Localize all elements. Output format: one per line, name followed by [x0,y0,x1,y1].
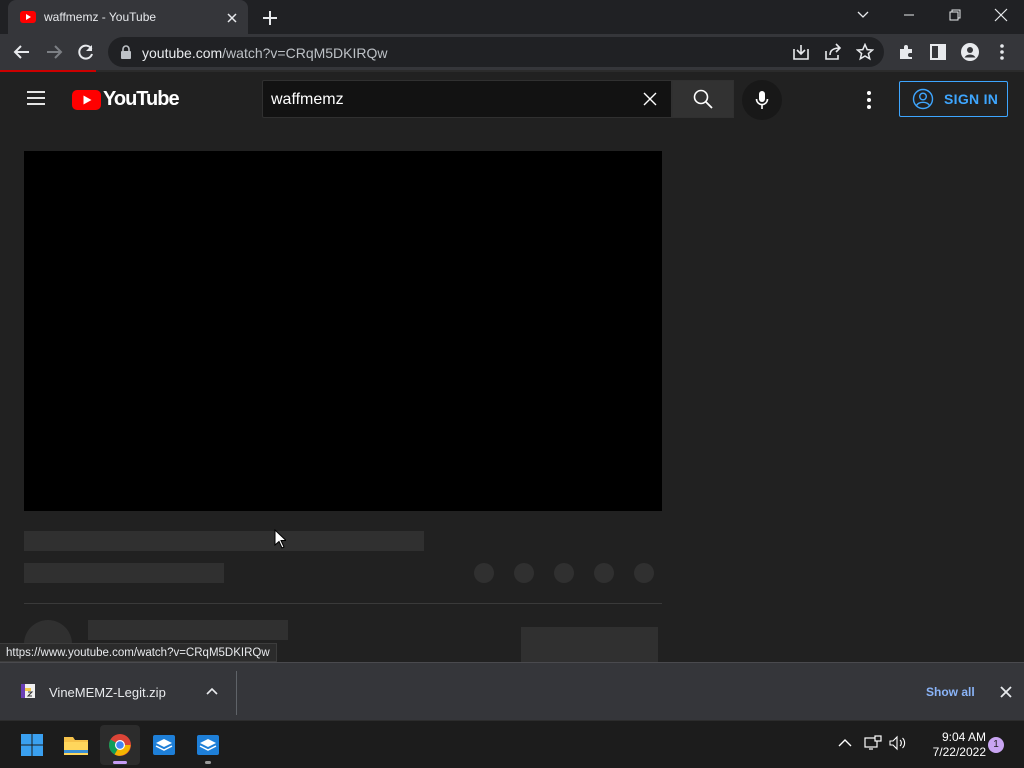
action-skeleton [554,563,574,583]
profile-avatar-icon[interactable] [956,34,984,70]
search-input-value: waffmemz [271,91,344,108]
windows-taskbar: 9:04 AM 7/22/2022 1 [0,720,1024,768]
install-app-icon[interactable] [792,43,810,61]
title-skeleton [24,531,424,551]
subscribe-skeleton [521,627,658,662]
sandbox-app-button-2[interactable] [188,725,228,765]
minimize-button[interactable] [886,0,932,30]
browser-menu-icon[interactable] [988,34,1016,70]
action-skeleton [514,563,534,583]
side-panel-icon[interactable] [924,34,952,70]
settings-more-icon[interactable] [866,90,872,110]
chrome-icon [109,734,131,756]
close-window-button[interactable] [978,0,1024,30]
download-options-chevron-icon[interactable] [206,687,218,695]
download-shelf: VineMEMZ-Legit.zip Show all [0,662,1024,720]
youtube-play-logo-icon [72,89,101,110]
sandbox-icon [197,735,219,755]
download-file-name[interactable]: VineMEMZ-Legit.zip [49,685,166,700]
tab-search-chevron-icon[interactable] [840,0,886,30]
clock-time: 9:04 AM [941,730,986,744]
youtube-wordmark: YouTube [103,88,180,110]
youtube-favicon-icon [20,11,36,23]
mouse-cursor-icon [274,529,286,549]
active-app-indicator [113,761,127,764]
notification-badge[interactable]: 1 [988,737,1004,753]
views-skeleton [24,563,224,583]
lock-icon[interactable] [120,45,132,59]
search-icon [693,89,713,109]
back-button[interactable] [8,34,36,70]
system-clock[interactable]: 9:04 AM 7/22/2022 [912,730,986,760]
url-text: youtube.com/watch?v=CRqM5DKIRQw [142,45,388,61]
network-icon[interactable] [864,735,882,751]
video-player[interactable] [24,151,662,511]
shelf-divider [236,671,237,715]
file-explorer-button[interactable] [56,725,96,765]
tab-strip: waffmemz - YouTube [0,0,1024,34]
start-button[interactable] [12,725,52,765]
close-tab-icon[interactable] [224,10,240,26]
search-button[interactable] [672,80,734,118]
action-skeleton [594,563,614,583]
microphone-icon [755,91,769,109]
zip-file-icon [20,683,36,699]
close-shelf-icon[interactable] [1000,686,1012,698]
running-app-indicator [205,761,211,764]
folder-icon [64,737,88,755]
sign-in-label: SIGN IN [944,91,999,107]
sandbox-app-button[interactable] [144,725,184,765]
chrome-button[interactable] [100,725,140,765]
show-all-downloads-link[interactable]: Show all [926,685,975,699]
extensions-icon[interactable] [892,34,920,70]
voice-search-button[interactable] [742,80,782,120]
new-tab-button[interactable] [260,8,280,28]
address-bar[interactable]: youtube.com/watch?v=CRqM5DKIRQw [108,37,884,67]
action-skeleton [474,563,494,583]
status-bubble-url: https://www.youtube.com/watch?v=CRqM5DKI… [0,643,277,662]
search-input[interactable]: waffmemz [262,80,672,118]
browser-tab[interactable]: waffmemz - YouTube [8,0,248,34]
forward-button[interactable] [40,34,68,70]
show-hidden-icons-chevron-icon[interactable] [838,738,852,748]
channel-name-skeleton [88,620,288,640]
tab-title: waffmemz - YouTube [44,10,157,24]
account-circle-icon [912,88,934,110]
share-icon[interactable] [824,43,842,61]
browser-toolbar: youtube.com/watch?v=CRqM5DKIRQw [0,34,1024,70]
divider [24,603,662,604]
clock-date: 7/22/2022 [932,745,986,759]
windows-logo-icon [21,734,43,756]
youtube-masthead: YouTube waffmemz SIGN IN [0,72,1024,128]
clear-search-icon[interactable] [643,92,657,106]
youtube-page: YouTube waffmemz SIGN IN [0,72,1024,662]
sandbox-icon [153,735,175,755]
volume-icon[interactable] [889,735,907,751]
bookmark-star-icon[interactable] [856,43,874,61]
action-skeleton [634,563,654,583]
guide-menu-icon[interactable] [26,90,46,106]
restore-button[interactable] [932,0,978,30]
youtube-logo[interactable]: YouTube [72,88,180,111]
reload-button[interactable] [72,34,100,70]
sign-in-button[interactable]: SIGN IN [899,81,1008,117]
